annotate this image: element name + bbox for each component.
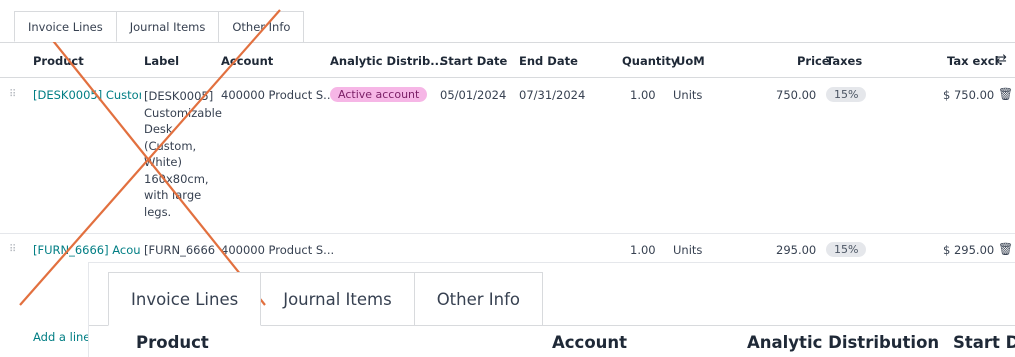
drag-handle-icon[interactable]: ⠿: [9, 244, 16, 255]
notebook-tabs: Invoice Lines Journal Items Other Info: [14, 11, 305, 43]
row-end-date[interactable]: 07/31/2024: [519, 88, 585, 102]
zoomed-col-account[interactable]: Account: [552, 333, 627, 352]
row-uom[interactable]: Units: [673, 88, 702, 102]
col-tax-excl[interactable]: Tax excl.: [947, 54, 1003, 68]
row-price[interactable]: 750.00: [776, 88, 816, 102]
row-label[interactable]: [FURN_6666]: [144, 243, 216, 257]
add-line-link[interactable]: Add a line: [33, 330, 90, 344]
col-label[interactable]: Label: [144, 54, 179, 68]
row-divider: [0, 233, 1015, 234]
col-taxes[interactable]: Taxes: [826, 54, 862, 68]
col-start-date[interactable]: Start Date: [440, 54, 507, 68]
row-tax-excl: $ 295.00: [943, 243, 995, 257]
col-uom[interactable]: UoM: [676, 54, 705, 68]
col-account[interactable]: Account: [221, 54, 273, 68]
row-product[interactable]: [DESK0005] Customi: [33, 88, 141, 102]
row-price[interactable]: 295.00: [776, 243, 816, 257]
column-settings-icon[interactable]: ⇄: [996, 52, 1007, 67]
trash-icon[interactable]: 🗑: [998, 242, 1013, 256]
table-header: Product Label Account Analytic Distrib..…: [0, 44, 1015, 78]
col-quantity[interactable]: Quantity: [622, 54, 678, 68]
tab-other-info[interactable]: Other Info: [218, 11, 305, 42]
row-uom[interactable]: Units: [673, 243, 702, 257]
zoomed-col-start-date[interactable]: Start Da: [953, 333, 1015, 352]
row-start-date[interactable]: 05/01/2024: [440, 88, 506, 102]
analytic-badge[interactable]: Active account: [330, 87, 428, 102]
zoomed-detail-overlay: Invoice Lines Journal Items Other Info P…: [88, 262, 1015, 357]
zoomed-col-analytic[interactable]: Analytic Distribution: [747, 333, 939, 352]
tab-invoice-lines[interactable]: Invoice Lines: [14, 11, 117, 42]
zoomed-tabs: Invoice Lines Journal Items Other Info: [108, 272, 544, 326]
zoomed-col-product[interactable]: Product: [136, 333, 209, 352]
col-price[interactable]: Price: [797, 54, 830, 68]
row-tax-excl: $ 750.00: [943, 88, 995, 102]
col-analytic[interactable]: Analytic Distrib...: [330, 54, 443, 68]
zoomed-tab-journal-items[interactable]: Journal Items: [260, 272, 415, 326]
tab-journal-items[interactable]: Journal Items: [115, 11, 220, 42]
row-label[interactable]: [DESK0005] Customizable Desk (Custom, Wh…: [144, 88, 222, 220]
row-product[interactable]: [FURN_6666] Acoust: [33, 243, 141, 257]
tax-badge[interactable]: 15%: [826, 87, 867, 102]
zoomed-tab-other-info[interactable]: Other Info: [413, 272, 544, 326]
zoomed-tab-invoice-lines[interactable]: Invoice Lines: [108, 272, 262, 326]
col-end-date[interactable]: End Date: [519, 54, 578, 68]
row-quantity[interactable]: 1.00: [630, 243, 656, 257]
row-account[interactable]: 400000 Product S...: [221, 88, 334, 102]
drag-handle-icon[interactable]: ⠿: [9, 89, 16, 100]
col-product[interactable]: Product: [33, 54, 84, 68]
tax-badge[interactable]: 15%: [826, 242, 867, 257]
tab-divider: [0, 42, 1015, 43]
row-quantity[interactable]: 1.00: [630, 88, 656, 102]
row-account[interactable]: 400000 Product S...: [221, 243, 334, 257]
trash-icon[interactable]: 🗑: [998, 87, 1013, 101]
